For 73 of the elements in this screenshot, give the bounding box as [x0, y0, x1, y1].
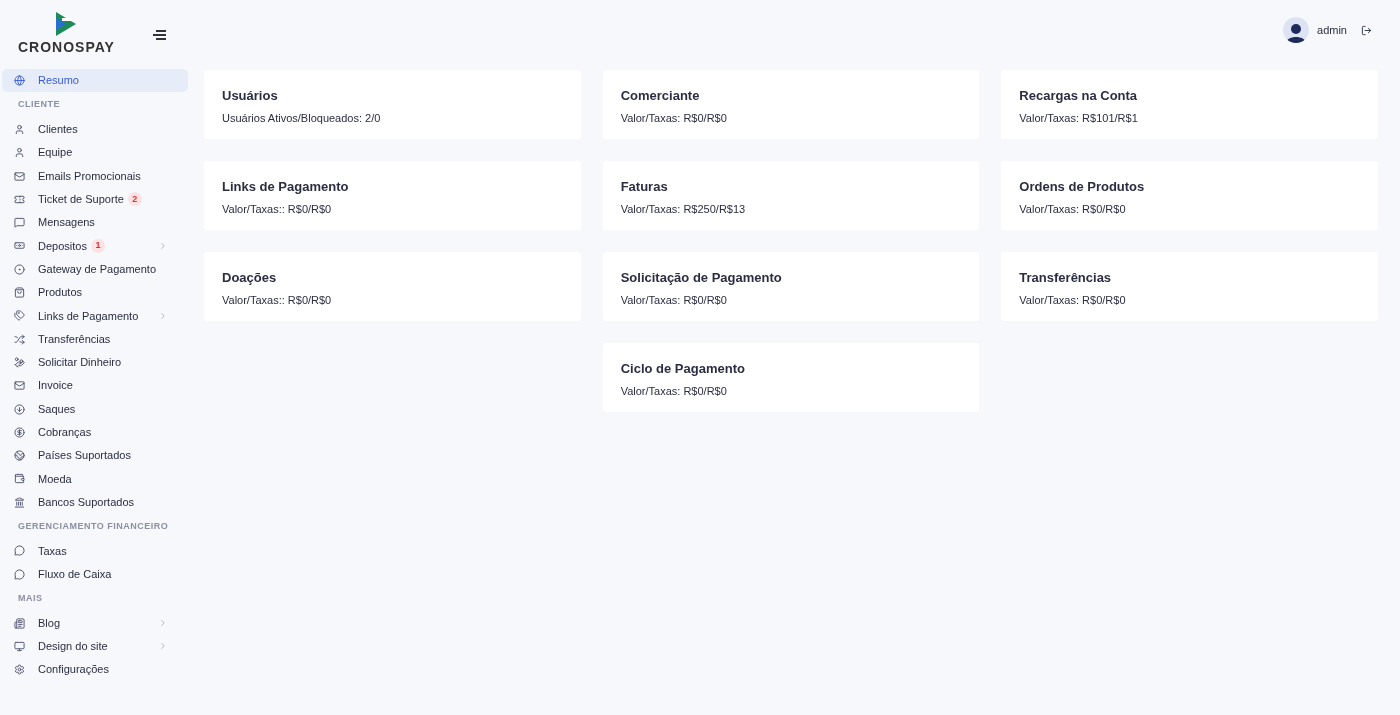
card-detail: Usuários Ativos/Bloqueados: 2/0: [222, 110, 382, 126]
sidebar-item[interactable]: Gateway de Pagamento: [2, 257, 188, 281]
person-icon: [14, 123, 25, 135]
sidebar-item[interactable]: Cobranças: [2, 420, 188, 444]
envelope-icon: [14, 380, 25, 392]
ticket-icon: [14, 193, 25, 205]
card-title: Transferências: [1019, 269, 1113, 287]
sidebar-item[interactable]: Depositos 1: [2, 234, 188, 258]
card-detail: Valor/Taxas: R$0/R$0: [620, 110, 728, 126]
sidebar-item[interactable]: Design do site: [2, 634, 188, 659]
globe-icon: [14, 450, 25, 462]
card-title: Usuários: [222, 87, 279, 105]
message-icon: [14, 217, 25, 229]
sidebar-item[interactable]: Links de Pagamento: [2, 304, 188, 328]
card-detail: Valor/Taxas: R$101/R$1: [1019, 110, 1139, 126]
envelope-icon: [14, 170, 25, 182]
card-title: Faturas: [620, 178, 669, 196]
sidebar-item[interactable]: Emails Promocionais: [2, 164, 188, 188]
sidebar-item[interactable]: Saques: [2, 397, 188, 421]
card-title: Comerciante: [620, 87, 701, 105]
section-heading: MAIS: [17, 591, 44, 605]
sidebar-item[interactable]: Blog: [2, 611, 188, 635]
card-detail: Valor/Taxas: R$0/R$0: [620, 292, 728, 308]
card-detail: Valor/Taxas:: R$0/R$0: [222, 292, 333, 308]
logout-icon[interactable]: [1361, 24, 1372, 36]
card-title: Doações: [222, 269, 278, 287]
sidebar-item[interactable]: Clientes: [2, 117, 188, 142]
sidebar-item[interactable]: Países Suportados: [2, 443, 188, 468]
card-title: Links de Pagamento: [222, 178, 350, 196]
avatar-icon[interactable]: [1283, 17, 1310, 43]
hand-coins-icon: [14, 356, 25, 368]
card-title: Recargas na Conta: [1019, 87, 1139, 105]
settings-icon: [14, 664, 25, 676]
sidebar-item[interactable]: Taxas: [2, 539, 188, 563]
newspaper-icon: [14, 617, 25, 629]
card-title: Ordens de Produtos: [1019, 178, 1146, 196]
bag-icon: [14, 287, 25, 298]
sidebar-item[interactable]: Invoice: [2, 374, 188, 398]
count-badge: 1: [90, 238, 105, 253]
monitor-icon: [14, 640, 25, 652]
sidebar-item[interactable]: Mensagens: [2, 211, 188, 235]
shuffle-icon: [14, 333, 25, 345]
card-title: Solicitação de Pagamento: [620, 269, 783, 287]
sidebar-item[interactable]: Bancos Suportados: [2, 490, 188, 514]
sidebar-item[interactable]: Equipe: [2, 141, 188, 165]
globe-icon: [14, 75, 25, 87]
person-icon: [14, 147, 25, 159]
card-detail: Valor/Taxas: R$0/R$0: [620, 383, 728, 399]
tags-icon: [14, 310, 25, 322]
download-circle-icon: [14, 403, 25, 415]
bank-icon: [14, 496, 25, 508]
count-badge: 2: [127, 192, 142, 207]
card-detail: Valor/Taxas:: R$0/R$0: [222, 201, 333, 217]
sidebar-item[interactable]: Transferências: [2, 327, 188, 351]
brand-name: CRONOSPAY: [18, 38, 115, 57]
sidebar-item[interactable]: Produtos: [2, 280, 188, 305]
logo-icon: [56, 12, 78, 36]
dollar-coin-icon: [14, 426, 25, 438]
sidebar-item[interactable]: Configurações: [2, 658, 188, 682]
menu-toggle-icon[interactable]: [152, 29, 166, 41]
sidebar-item[interactable]: Ticket de Suporte 2: [2, 187, 188, 211]
banknote-icon: [14, 240, 25, 252]
card-title: Ciclo de Pagamento: [620, 360, 746, 378]
sidebar-item[interactable]: Fluxo de Caixa: [2, 562, 188, 586]
sidebar-item[interactable]: Solicitar Dinheiro: [2, 350, 188, 375]
user-name: admin: [1317, 22, 1347, 38]
card-detail: Valor/Taxas: R$0/R$0: [1019, 292, 1127, 308]
card-detail: Valor/Taxas: R$0/R$0: [1019, 201, 1127, 217]
section-heading: CLIENTE: [17, 98, 61, 112]
sidebar-item[interactable]: Resumo: [2, 69, 188, 93]
sidebar-item[interactable]: Moeda: [2, 467, 188, 491]
card-detail: Valor/Taxas: R$250/R$13: [620, 201, 747, 217]
section-heading: GERENCIAMENTO FINANCEIRO: [17, 519, 170, 533]
